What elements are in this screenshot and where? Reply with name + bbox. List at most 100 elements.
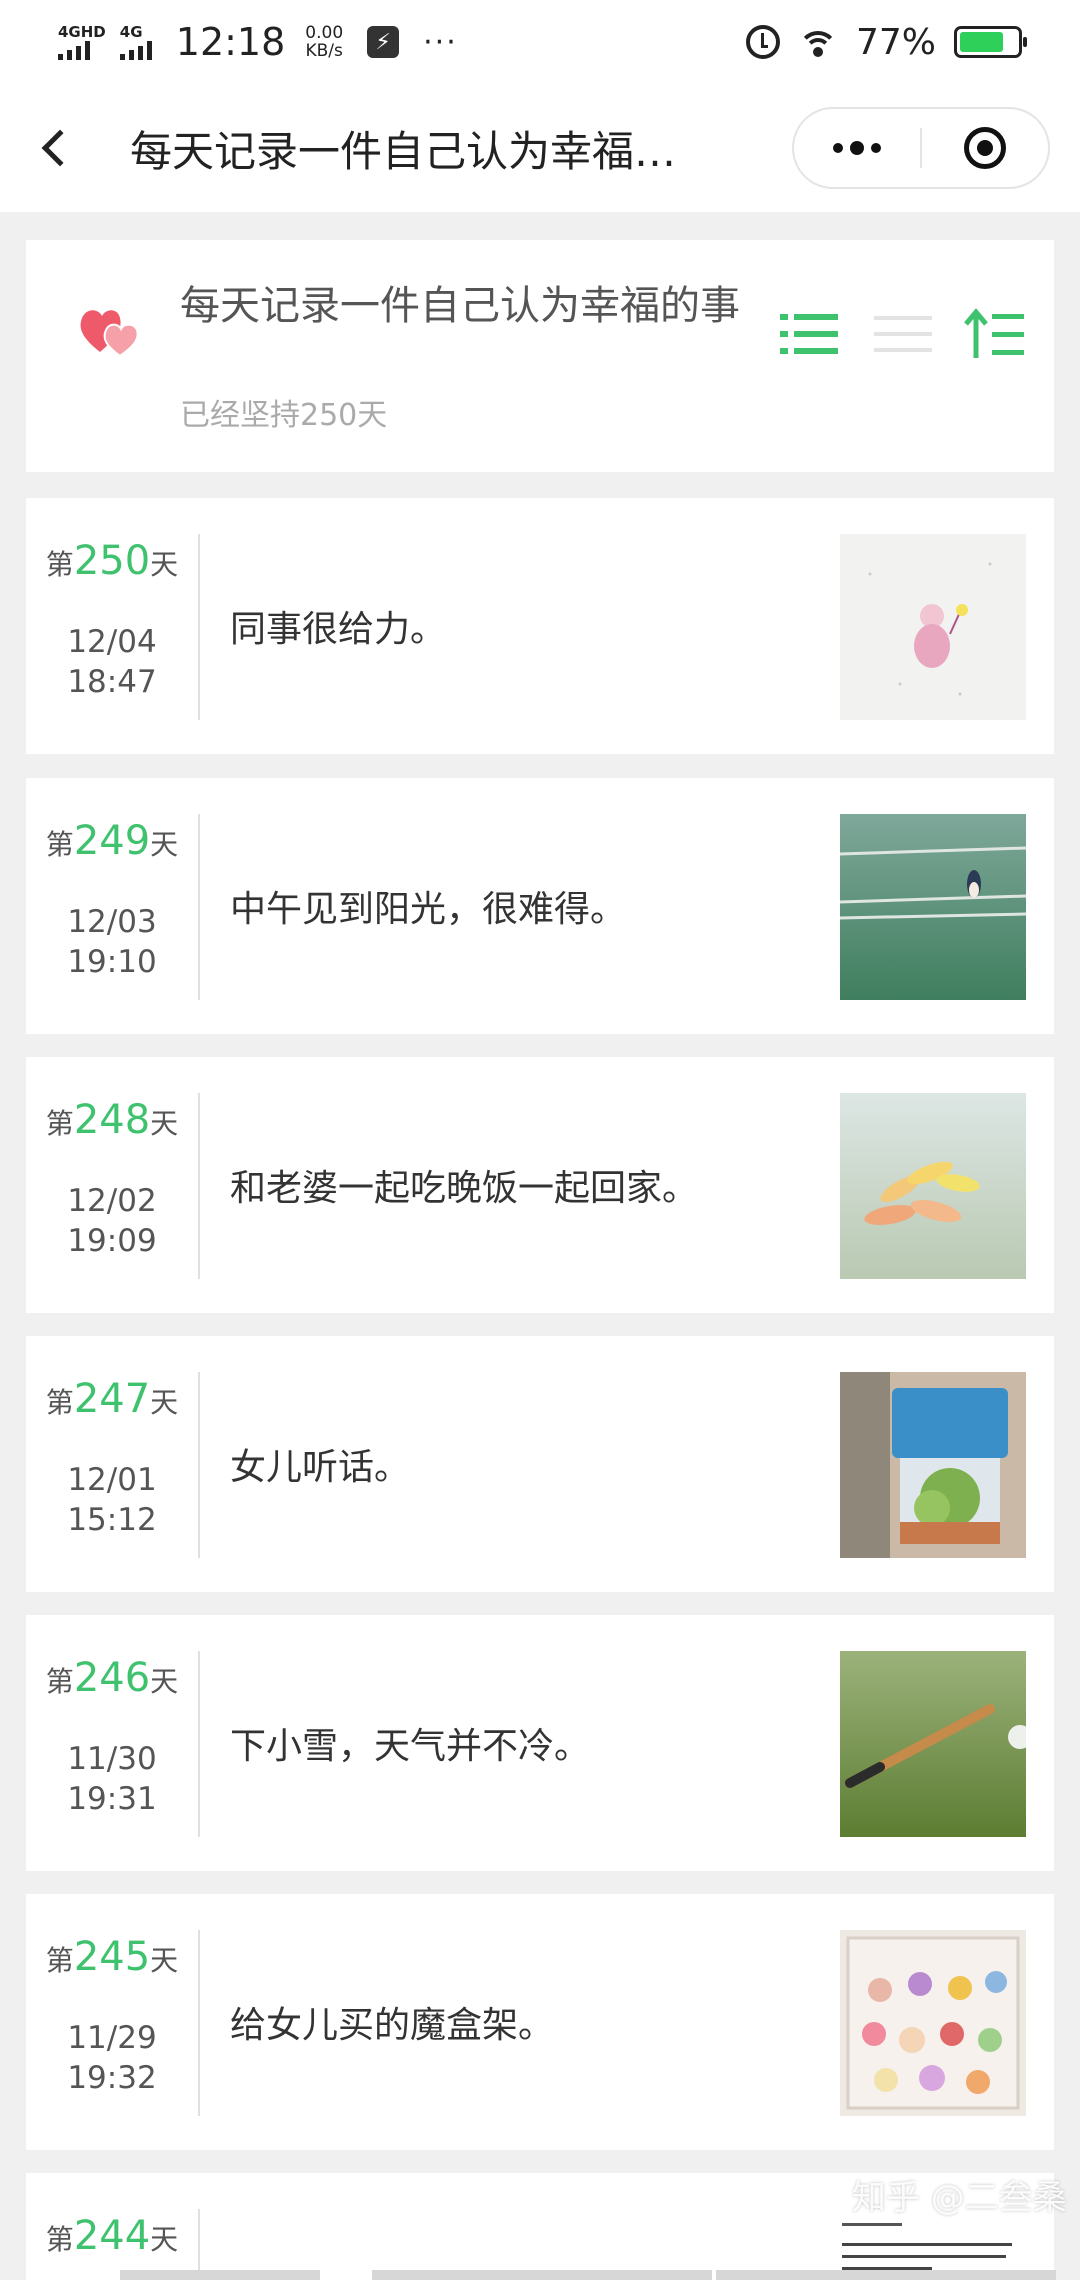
navigation-bar: 每天记录一件自己认为幸福… (0, 84, 1080, 212)
entry-time: 19:09 (67, 1223, 157, 1259)
bottom-bar-segment (120, 2270, 320, 2280)
entry-datetime: 12/01 15:12 (42, 1460, 182, 1540)
close-target-icon[interactable] (922, 127, 1048, 169)
entry-date: 12/02 (67, 1183, 157, 1219)
flash-icon: ⚡ (367, 26, 400, 58)
entry-time: 19:31 (67, 1781, 157, 1817)
bat-on-grass-image[interactable] (840, 1651, 1026, 1837)
toy-figures-shelf-image[interactable] (840, 1930, 1026, 2116)
entry-card[interactable]: 第247天 12/01 15:12 女儿听话。 (26, 1336, 1054, 1592)
signal-icon-sim1: 4GHD (58, 24, 106, 60)
network-speed-unit: KB/s (305, 41, 343, 61)
bottom-bar-segment (372, 2270, 712, 2280)
day-prefix: 第 (45, 828, 74, 861)
day-suffix: 天 (150, 2223, 179, 2256)
signal-icon-sim2: 4G (119, 23, 152, 60)
entry-divider (198, 534, 200, 720)
entry-datetime: 12/04 18:47 (42, 622, 182, 702)
day-counter: 第250天 (42, 538, 182, 584)
day-suffix: 天 (150, 1386, 179, 1419)
day-prefix: 第 (45, 1386, 74, 1419)
entry-date: 11/30 (67, 1741, 157, 1777)
alarm-icon (745, 25, 780, 59)
entry-time: 19:32 (67, 2060, 157, 2096)
yellow-leaf-image[interactable] (840, 1093, 1026, 1279)
swallow-on-wire-image[interactable] (840, 814, 1026, 1000)
status-bar: 4GHD 4G 12:18 0.00 KB/s ⚡ ··· 77% (0, 0, 1080, 84)
day-number: 249 (73, 818, 151, 864)
entry-time: 19:10 (67, 944, 157, 980)
battery-icon (954, 26, 1027, 58)
day-prefix: 第 (45, 548, 74, 581)
day-number: 244 (73, 2213, 151, 2259)
day-suffix: 天 (150, 1944, 179, 1977)
entry-time: 15:12 (67, 1502, 157, 1538)
day-number: 248 (73, 1097, 151, 1143)
day-counter: 第248天 (42, 1097, 182, 1143)
network-speed: 0.00 KB/s (305, 24, 343, 60)
battery-percent: 77% (855, 21, 936, 63)
back-arrow-icon[interactable] (30, 118, 80, 178)
day-counter: 第244天 (42, 2213, 182, 2259)
entry-date: 12/03 (67, 904, 157, 940)
day-counter: 第245天 (42, 1934, 182, 1980)
wifi-icon (797, 27, 838, 57)
entry-text: 下小雪，天气并不冷。 (230, 1726, 591, 1767)
day-suffix: 天 (150, 548, 179, 581)
potted-plant-image[interactable] (840, 1372, 1026, 1558)
day-counter: 第246天 (42, 1655, 182, 1701)
page-title: 每天记录一件自己认为幸福… (130, 126, 677, 176)
day-counter: 第247天 (42, 1376, 182, 1422)
sim1-label: 4GHD (58, 23, 106, 41)
day-suffix: 天 (150, 1665, 179, 1698)
entry-divider (198, 1093, 200, 1279)
day-prefix: 第 (45, 1665, 74, 1698)
persistence-days: 已经坚持250天 (180, 398, 388, 433)
entry-divider (198, 1930, 200, 2116)
day-suffix: 天 (150, 1107, 179, 1140)
entry-datetime: 12/02 19:09 (42, 1181, 182, 1261)
entry-divider (198, 1651, 200, 1837)
entry-divider (198, 1372, 200, 1558)
entry-text: 和老婆一起吃晚饭一起回家。 (230, 1168, 699, 1209)
sim2-label: 4G (119, 23, 143, 41)
entry-datetime: 11/29 19:32 (42, 2018, 182, 2098)
entry-card[interactable]: 第250天 12/04 18:47 同事很给力。 (26, 498, 1054, 754)
bottom-bar-segment (716, 2270, 1056, 2280)
day-prefix: 第 (45, 2223, 74, 2256)
network-speed-value: 0.00 (305, 23, 344, 43)
entry-date: 12/01 (67, 1462, 157, 1498)
heart-icon (80, 310, 139, 358)
day-prefix: 第 (45, 1944, 74, 1977)
entry-datetime: 11/30 19:31 (42, 1739, 182, 1819)
more-dots-icon[interactable] (794, 141, 920, 155)
sort-order-icon[interactable] (964, 308, 1026, 360)
entry-text: 中午见到阳光，很难得。 (230, 889, 627, 930)
compact-list-icon[interactable] (872, 308, 934, 360)
day-number: 247 (73, 1376, 151, 1422)
pink-doll-drawing-image[interactable] (840, 534, 1026, 720)
entry-card[interactable]: 第248天 12/02 19:09 和老婆一起吃晚饭一起回家。 (26, 1057, 1054, 1313)
mini-program-capsule (792, 107, 1050, 189)
entry-text: 给女儿买的魔盒架。 (230, 2005, 555, 2046)
day-number: 246 (73, 1655, 151, 1701)
entry-card[interactable]: 第246天 11/30 19:31 下小雪，天气并不冷。 (26, 1615, 1054, 1871)
battery-fill (960, 32, 1004, 52)
entry-card[interactable]: 第249天 12/03 19:10 中午见到阳光，很难得。 (26, 778, 1054, 1034)
entry-card[interactable]: 第245天 11/29 19:32 给女儿买的魔盒架。 (26, 1894, 1054, 2150)
zhihu-watermark: 知乎 @二叁桑 (852, 2178, 1067, 2218)
goal-title: 每天记录一件自己认为幸福的事 (180, 283, 740, 329)
day-counter: 第249天 (42, 818, 182, 864)
entry-date: 12/04 (67, 624, 157, 660)
entry-text: 同事很给力。 (230, 609, 447, 650)
entry-divider (198, 814, 200, 1000)
day-suffix: 天 (150, 828, 179, 861)
list-view-icon[interactable] (778, 308, 840, 360)
entry-text: 女儿听话。 (230, 1447, 411, 1488)
day-number: 250 (73, 538, 151, 584)
day-number: 245 (73, 1934, 151, 1980)
clock: 12:18 (175, 20, 286, 64)
day-prefix: 第 (45, 1107, 74, 1140)
entry-datetime: 12/03 19:10 (42, 902, 182, 982)
more-notifications-icon: ··· (423, 24, 458, 60)
